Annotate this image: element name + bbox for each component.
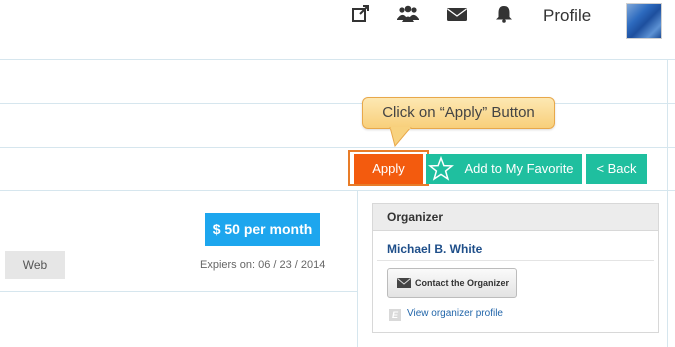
category-tag[interactable]: Web [5, 251, 65, 279]
profile-link[interactable]: Profile [543, 6, 591, 26]
apply-button[interactable]: Apply [354, 154, 423, 184]
view-organizer-profile-link[interactable]: View organizer profile [407, 308, 503, 319]
contact-button-label: Contact the Organizer [415, 278, 510, 288]
external-link-icon[interactable] [351, 5, 373, 23]
instruction-callout: Click on “Apply” Button [362, 97, 555, 129]
callout-pointer [389, 127, 412, 147]
envelope-icon [397, 278, 411, 288]
profile-badge-icon: E [389, 309, 401, 321]
divider-line [0, 59, 675, 60]
bell-icon[interactable] [493, 5, 515, 23]
column-divider [357, 190, 358, 347]
divider-line [0, 291, 357, 292]
avatar[interactable] [626, 3, 662, 39]
mail-icon[interactable] [446, 5, 468, 23]
back-button[interactable]: < Back [586, 154, 647, 184]
users-icon[interactable] [397, 5, 419, 23]
expiry-date: Expiers on: 06 / 23 / 2014 [200, 259, 326, 271]
price-badge: $ 50 per month [205, 213, 320, 246]
contact-organizer-button[interactable]: Contact the Organizer [387, 268, 517, 298]
panel-divider [377, 260, 654, 261]
organizer-panel: Organizer Michael B. White Contact the O… [372, 203, 659, 333]
divider-line [0, 147, 675, 148]
column-divider [667, 59, 668, 347]
organizer-name: Michael B. White [387, 242, 483, 256]
divider-line [0, 190, 675, 191]
organizer-panel-title: Organizer [373, 204, 658, 231]
star-icon [428, 156, 454, 181]
divider-line [0, 103, 675, 104]
